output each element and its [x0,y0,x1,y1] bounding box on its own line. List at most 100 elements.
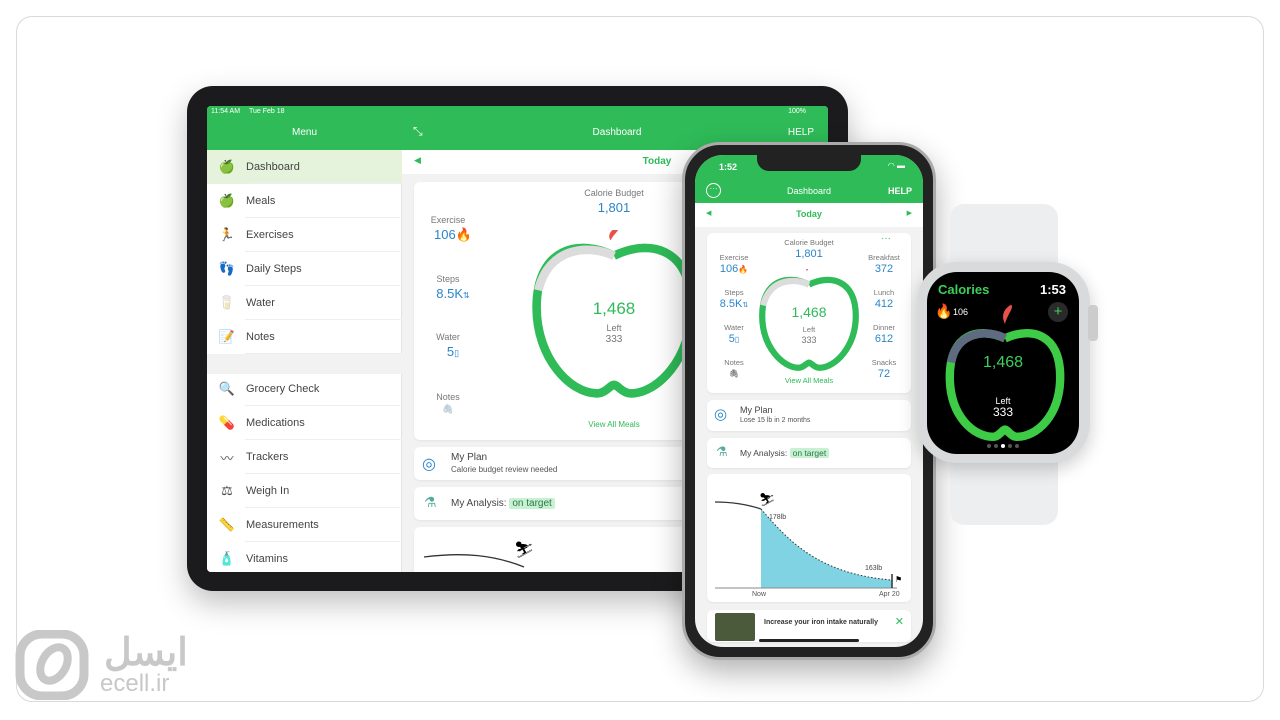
phone-notch [757,155,861,171]
more-dots-icon[interactable]: ··· [881,233,891,244]
sidebar-item-daily-steps[interactable]: 👣 Daily Steps [207,252,402,286]
sidebar-item-exercises[interactable]: 🏃 Exercises [207,218,402,252]
page-title: Dashboard [786,186,832,196]
sidebar-section-gap [207,354,402,374]
plan-title: My Plan [451,452,488,463]
exercise-label: Exercise [430,215,466,225]
sidebar-item-grocery-check[interactable]: 🔍 Grocery Check [207,372,402,406]
dinner-value: 612 [874,333,894,345]
sidebar-item-trackers[interactable]: 〰 Trackers [207,440,402,474]
apple-leaf-icon [806,269,809,272]
sidebar-item-notes[interactable]: 📝 Notes [207,320,402,354]
digital-crown[interactable] [1088,305,1098,341]
budget-label: Calorie Budget [584,188,644,198]
glass-icon: ▯ [454,348,460,358]
page-dot[interactable] [1015,444,1019,448]
sidebar-item-label: Vitamins [246,553,288,565]
status-battery: 100% [788,108,806,115]
next-day-arrow[interactable]: ▶ [907,209,912,217]
tracker-icon: 〰 [220,450,234,466]
left-value: 333 [992,405,1014,419]
skier-icon: ⛷ [759,492,776,507]
notes-label: Notes [436,392,460,402]
steps-label: Steps [436,274,460,284]
sidebar-item-label: Meals [246,195,276,207]
apple-icon: 🍏 [218,193,236,208]
budget-value: 1,801 [795,248,823,260]
close-icon[interactable]: ✕ [895,615,904,628]
view-all-meals-link[interactable]: View All Meals [759,376,859,385]
menu-title: Menu [291,127,317,138]
sidebar-item-water[interactable]: 🥛 Water [207,286,402,320]
status-badge: on target [509,498,555,509]
my-plan-card[interactable]: ◎ My Plan Calorie budget review needed [414,447,704,480]
status-time: 1:52 [719,162,738,172]
status-date: Tue Feb 18 [249,108,285,115]
history-line [714,501,762,510]
sidebar-item-label: Daily Steps [246,263,302,275]
help-button[interactable]: HELP [888,186,912,196]
status-badge: on target [789,448,830,458]
page-dot[interactable] [1001,444,1005,448]
weight-chart-card: ⛷ [414,527,704,572]
apple-leaf-icon [1003,304,1012,324]
sidebar-item-label: Dashboard [246,161,300,173]
sidebar-item-label: Trackers [246,451,289,463]
exercise-value: 106🔥 [434,227,472,242]
sidebar-item-label: Measurements [246,519,319,531]
my-plan-card[interactable]: ◎ My Plan Lose 15 lb in 2 months [707,400,911,431]
water-label: Water [724,323,744,332]
page-dot[interactable] [994,444,998,448]
paperclip-icon[interactable]: 🖇 [729,369,739,378]
snacks-value: 72 [877,368,891,380]
start-weight-label: 178lb [769,514,787,521]
summary-card[interactable]: Exercise 106🔥 Steps 8.5K⇅ Water 5▯ Notes… [707,233,911,393]
sidebar-item-medications[interactable]: 💊 Medications [207,406,402,440]
help-button[interactable]: HELP [788,127,814,138]
steps-icon: ⇅ [463,291,470,300]
sidebar-item-weigh-in[interactable]: ⚖ Weigh In [207,474,402,508]
footprints-icon: 👣 [218,261,236,276]
flame-icon: 🔥 [455,227,472,242]
sidebar-item-measurements[interactable]: 📏 Measurements [207,508,402,542]
expand-icon[interactable]: ⤡ [413,124,423,139]
calories-remaining: 1,468 [982,354,1024,371]
calories-remaining: 1,468 [791,304,827,320]
more-icon[interactable]: ··· [706,183,721,198]
prev-day-arrow[interactable]: ◀ [414,155,421,166]
breakfast-value: 372 [874,263,894,275]
lunch-value: 412 [874,298,894,310]
notes-label: Notes [724,358,744,367]
sidebar-item-vitamins[interactable]: 🧴 Vitamins [207,542,402,572]
view-all-meals-link[interactable]: View All Meals [564,420,664,429]
sidebar-item-dashboard[interactable]: 🍏 Dashboard [207,150,402,184]
x-start-label: Now [752,591,767,598]
magnifier-icon: 🔍 [218,381,236,396]
logo-text-fa: ایسل [104,632,188,674]
page-dots [927,444,1079,448]
sidebar-item-label: Water [246,297,275,309]
food-image [715,613,755,641]
x-end-label: Apr 20 [879,591,900,598]
page-dot[interactable] [1008,444,1012,448]
prev-day-arrow[interactable]: ◀ [706,209,711,217]
tip-card[interactable]: Increase your iron intake naturally ✕ [707,610,911,642]
weight-curve: ⛷ [423,541,534,568]
goal-flag-icon: ⚑ [895,575,902,584]
lunch-label: Lunch [873,288,895,297]
weight-chart-card: ⛷ ⚑ 178lb 163lb Now Apr 20 [707,474,911,602]
calories-remaining: 1,468 [592,299,636,318]
sidebar-item-meals[interactable]: 🍏 Meals [207,184,402,218]
my-analysis-card[interactable]: ⚗ My Analysis: on target [707,438,911,468]
ecell-logo: ایسل ecell.ir [14,630,224,700]
exercise-value: 106🔥 [719,263,749,275]
paperclip-icon[interactable]: 🖇 [442,404,453,415]
calorie-apple-ring [945,304,1065,442]
steps-icon: ⇅ [742,302,749,309]
summary-card[interactable]: Exercise 106🔥 Steps 8.5K⇅ Water 5▯ Notes… [414,182,704,440]
my-analysis-card[interactable]: ⚗ My Analysis: on target [414,487,704,520]
page-dot[interactable] [987,444,991,448]
skier-icon: ⛷ [514,541,534,559]
steps-value: 8.5K⇅ [436,286,470,301]
date-label: Today [796,209,822,219]
